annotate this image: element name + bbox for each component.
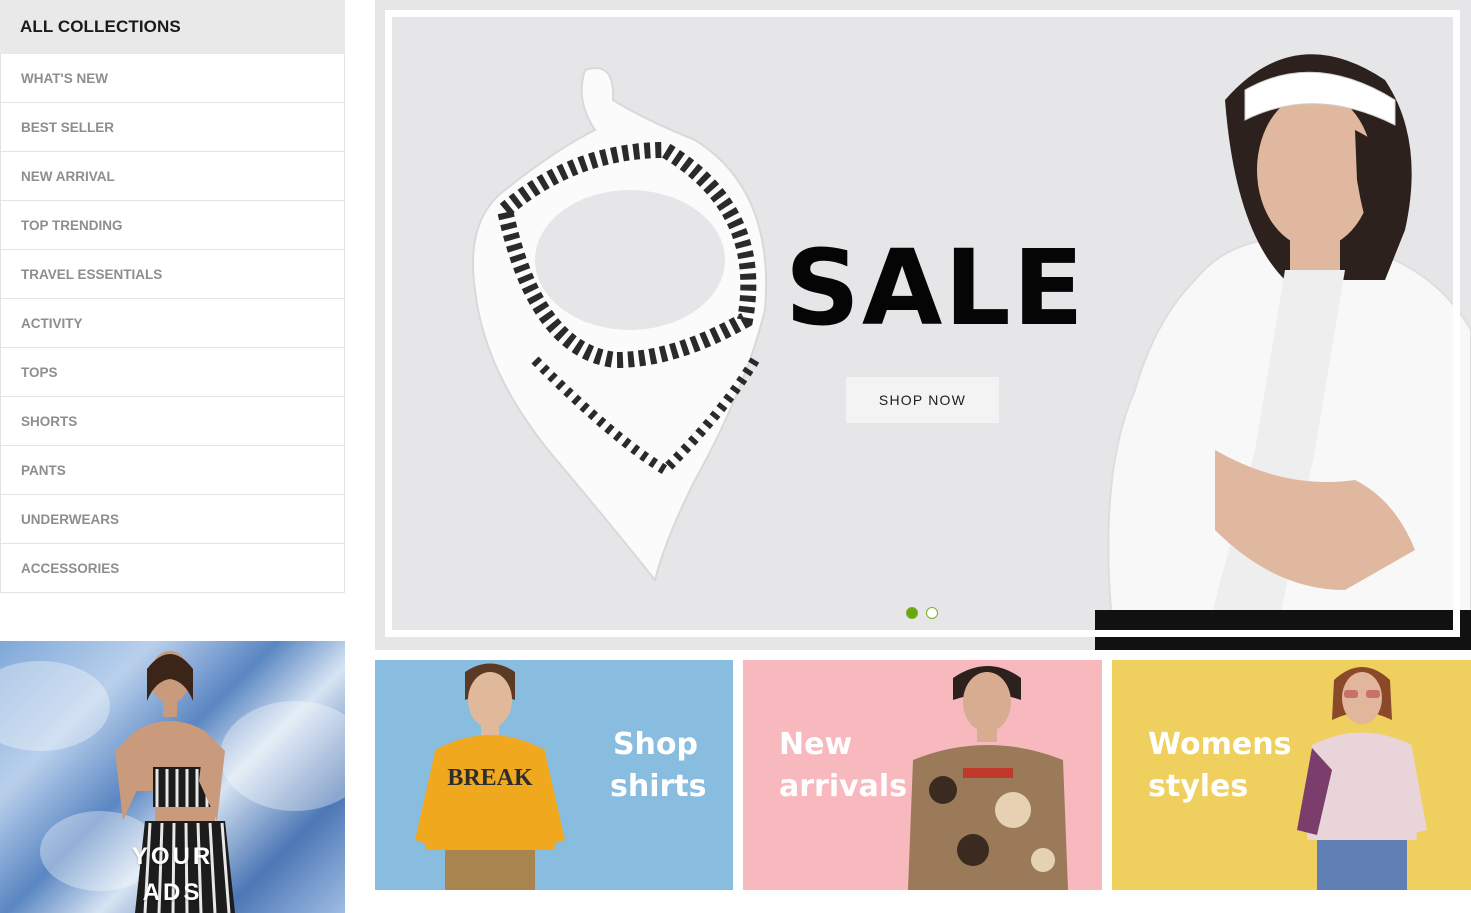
card-womens-styles[interactable]: Womens styles [1112, 660, 1471, 890]
hero-title: SALE [785, 227, 1086, 349]
shop-now-button[interactable]: SHOP NOW [846, 377, 999, 423]
ad-text-line-2: ADS [142, 879, 203, 906]
sidebar-item-tops[interactable]: TOPS [1, 348, 344, 397]
hero-slider: SALE SHOP NOW [375, 0, 1471, 650]
sidebar-item-accessories[interactable]: ACCESSORIES [1, 544, 344, 593]
card-title-line-2: arrivals [779, 769, 908, 804]
sidebar-item-pants[interactable]: PANTS [1, 446, 344, 495]
card-title-line-1: New [779, 727, 853, 762]
ad-text-line-1: YOUR [131, 843, 214, 870]
card-shop-shirts[interactable]: BREAK Shop shirts [375, 660, 733, 890]
card-title-line-1: Womens [1148, 727, 1292, 762]
slider-dots [906, 607, 938, 619]
sidebar-title: ALL COLLECTIONS [0, 0, 345, 54]
ad-text: YOUR ADS [120, 839, 225, 911]
slider-dot-2[interactable] [926, 607, 938, 619]
card-title-line-2: styles [1148, 769, 1249, 804]
model-figure [908, 666, 1068, 890]
card-new-arrivals[interactable]: New arrivals [743, 660, 1102, 890]
card-title-line-1: Shop [612, 727, 698, 762]
sidebar-list: WHAT'S NEW BEST SELLER NEW ARRIVAL TOP T… [0, 54, 345, 593]
model-figure [1297, 667, 1427, 890]
sidebar-item-underwears[interactable]: UNDERWEARS [1, 495, 344, 544]
cloud-shape [0, 661, 110, 751]
card-title: New arrivals [779, 724, 907, 808]
card-title-line-2: shirts [610, 769, 707, 804]
sidebar-item-top-trending[interactable]: TOP TRENDING [1, 201, 344, 250]
sidebar-item-activity[interactable]: ACTIVITY [1, 299, 344, 348]
sidebar-item-shorts[interactable]: SHORTS [1, 397, 344, 446]
svg-text:BREAK: BREAK [447, 765, 533, 791]
sidebar-item-best-seller[interactable]: BEST SELLER [1, 103, 344, 152]
card-title: Womens styles [1148, 724, 1291, 808]
collections-sidebar: ALL COLLECTIONS WHAT'S NEW BEST SELLER N… [0, 0, 345, 593]
card-title: Shop shirts [610, 724, 707, 808]
model-figure: BREAK [415, 663, 565, 890]
slider-dot-1[interactable] [906, 607, 918, 619]
ad-banner[interactable]: YOUR ADS [0, 641, 345, 913]
sidebar-item-whats-new[interactable]: WHAT'S NEW [1, 54, 344, 103]
sidebar-item-travel-essentials[interactable]: TRAVEL ESSENTIALS [1, 250, 344, 299]
sidebar-item-new-arrival[interactable]: NEW ARRIVAL [1, 152, 344, 201]
